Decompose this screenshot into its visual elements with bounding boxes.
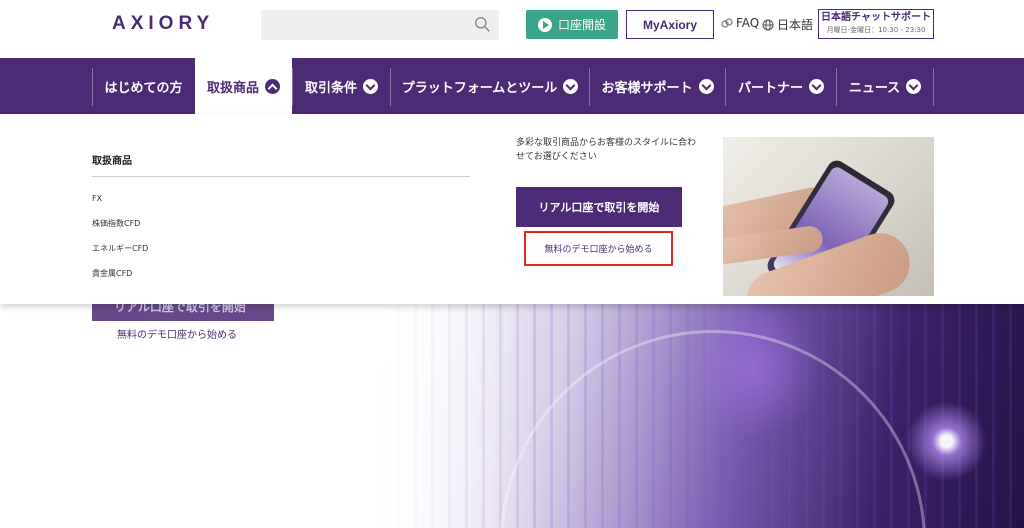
- chat-support-title: 日本語チャットサポート: [821, 12, 931, 23]
- nav-item-label: プラットフォームとツール: [401, 80, 558, 96]
- nav-divider: [933, 68, 934, 106]
- promo-text: 多彩な取引商品からお客様のスタイルに合わせてお選びください: [516, 138, 697, 162]
- chevron-down-icon: [363, 78, 378, 94]
- demo-account-link[interactable]: 無料のデモ口座から始める: [524, 231, 673, 266]
- axiory-logo[interactable]: AXIORY: [112, 13, 214, 35]
- globe-icon: [762, 18, 774, 31]
- nav-item-products[interactable]: 取扱商品: [195, 58, 292, 114]
- divider: [92, 176, 470, 177]
- open-account-label: 口座開設: [557, 18, 606, 32]
- faq-label: FAQ: [736, 16, 760, 30]
- play-icon: [537, 17, 552, 32]
- chevron-down-icon: [906, 78, 922, 94]
- nav-item-beginners[interactable]: はじめての方: [93, 58, 194, 114]
- nav-item-label: パートナー: [737, 80, 803, 96]
- language-selector[interactable]: 日本語: [762, 16, 813, 33]
- nav-item-label: お客様サポート: [601, 80, 693, 96]
- hero-section: リアル口座で取引を開始 無料のデモ口座から始める: [0, 300, 1024, 528]
- product-link-index-cfd[interactable]: 株価指数CFD: [92, 218, 140, 229]
- chat-support-button[interactable]: 日本語チャットサポート 月曜日-金曜日：10:30 - 23:30: [818, 9, 934, 39]
- smartphone-image: [723, 137, 934, 296]
- search-icon[interactable]: [474, 16, 491, 33]
- dropdown-heading: 取扱商品: [92, 156, 132, 167]
- link-icon: [721, 18, 733, 28]
- chevron-down-icon: [809, 78, 824, 94]
- myaxiory-button[interactable]: MyAxiory: [626, 10, 714, 39]
- language-label: 日本語: [777, 18, 814, 32]
- nav-item-partners[interactable]: パートナー: [726, 58, 836, 114]
- products-dropdown-panel: 取扱商品 FX 株価指数CFD エネルギーCFD 貴金属CFD 多彩な取引商品か…: [0, 114, 1024, 304]
- faq-link[interactable]: FAQ: [721, 16, 759, 30]
- main-nav: はじめての方 取扱商品 取引条件 プラットフォームとツール お客様サポート パー…: [0, 58, 1024, 114]
- nav-item-label: 取引条件: [304, 80, 357, 96]
- site-header: AXIORY 口座開設 MyAxiory FAQ 日本語 日本語チャットサポート…: [0, 0, 1024, 58]
- hero-background-image: [380, 300, 1024, 528]
- chevron-up-icon: [265, 78, 280, 94]
- chevron-down-icon: [698, 78, 714, 94]
- chevron-down-icon: [563, 78, 579, 94]
- nav-item-support[interactable]: お客様サポート: [590, 58, 725, 114]
- nav-item-label: ニュース: [848, 80, 901, 96]
- product-link-metals-cfd[interactable]: 貴金属CFD: [92, 268, 132, 279]
- search-input[interactable]: [261, 10, 499, 40]
- nav-item-label: はじめての方: [104, 80, 183, 96]
- nav-item-trading-conditions[interactable]: 取引条件: [293, 58, 390, 114]
- open-account-button[interactable]: 口座開設: [526, 10, 618, 39]
- chat-support-hours: 月曜日-金曜日：10:30 - 23:30: [826, 26, 926, 34]
- nav-item-label: 取扱商品: [206, 80, 259, 96]
- product-link-fx[interactable]: FX: [92, 194, 102, 203]
- real-account-button[interactable]: リアル口座で取引を開始: [516, 187, 682, 227]
- product-link-energy-cfd[interactable]: エネルギーCFD: [92, 243, 148, 254]
- nav-item-news[interactable]: ニュース: [837, 58, 933, 114]
- nav-item-platforms[interactable]: プラットフォームとツール: [391, 58, 589, 114]
- hero-demo-link[interactable]: 無料のデモ口座から始める: [117, 326, 237, 341]
